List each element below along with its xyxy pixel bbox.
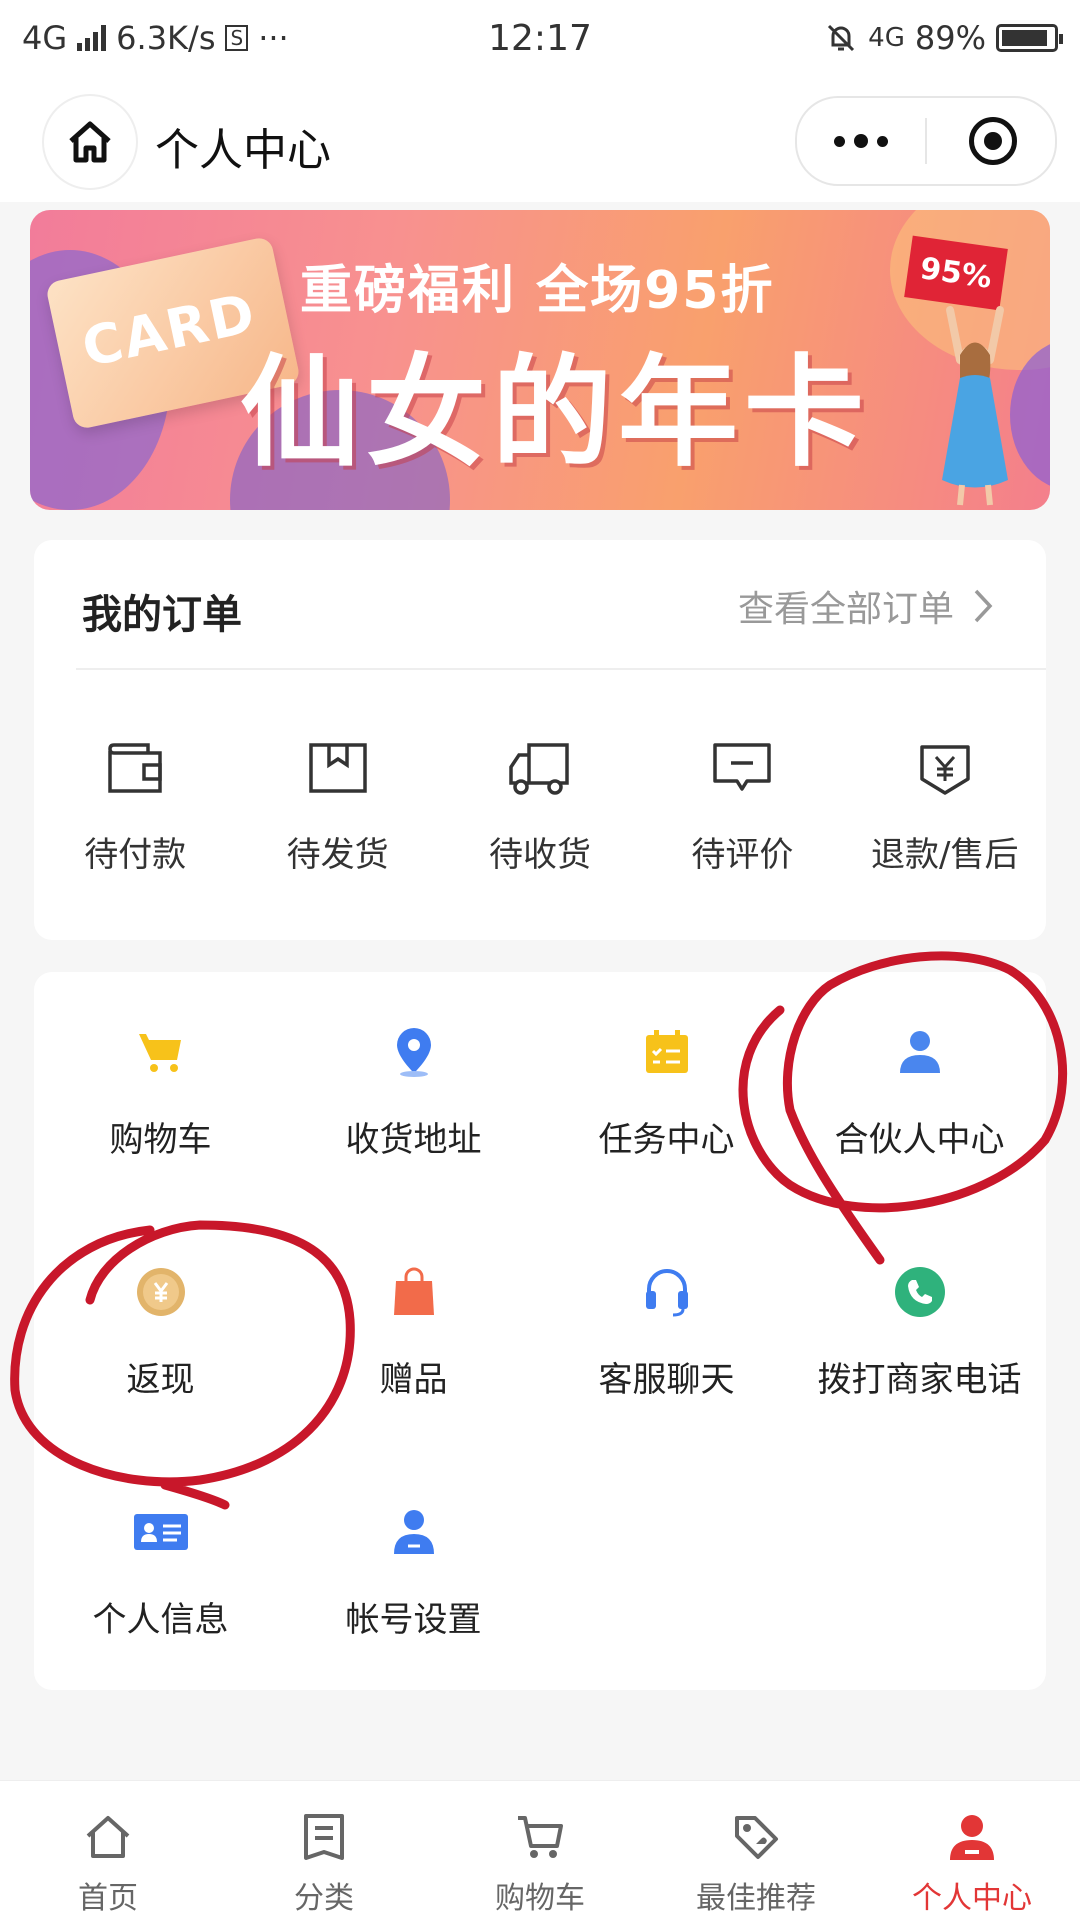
page-title: 个人中心 xyxy=(155,125,331,176)
service-label: 购物车 xyxy=(109,1120,212,1160)
tab-cart[interactable]: 购物车 xyxy=(432,1781,648,1921)
battery-percent: 89% xyxy=(914,19,986,57)
headset-icon xyxy=(645,1269,688,1317)
service-account-settings[interactable]: 帐号设置 xyxy=(287,1502,540,1641)
category-icon xyxy=(304,1814,344,1860)
home-button[interactable] xyxy=(42,94,138,190)
status-right: 4G 89% xyxy=(824,19,1063,57)
account-icon xyxy=(393,1510,434,1554)
id-card-icon xyxy=(133,1514,188,1550)
comment-icon xyxy=(713,743,772,791)
network-type: 4G xyxy=(22,19,68,57)
service-label: 赠品 xyxy=(379,1360,448,1400)
tab-home[interactable]: 首页 xyxy=(0,1781,216,1921)
cart-icon xyxy=(518,1816,563,1858)
service-address[interactable]: 收货地址 xyxy=(287,1022,540,1161)
gift-bag-icon xyxy=(393,1267,434,1315)
person-icon xyxy=(899,1031,940,1073)
service-label: 收货地址 xyxy=(345,1120,482,1160)
service-label: 返现 xyxy=(126,1360,195,1400)
capsule-divider xyxy=(925,118,927,164)
service-label: 帐号设置 xyxy=(345,1600,482,1640)
service-tasks[interactable]: 任务中心 xyxy=(540,1022,793,1161)
view-all-orders-link[interactable]: 查看全部订单 xyxy=(738,580,994,632)
tab-label: 首页 xyxy=(78,1881,138,1916)
coin-icon xyxy=(136,1268,185,1316)
service-label: 拨打商家电话 xyxy=(817,1360,1022,1400)
card-text: CARD xyxy=(76,281,262,380)
service-customer-chat[interactable]: 客服聊天 xyxy=(540,1262,793,1401)
service-cashback[interactable]: 返现 xyxy=(34,1262,287,1401)
service-gifts[interactable]: 赠品 xyxy=(287,1262,540,1401)
banner-subtitle: 重磅福利 全场95折 xyxy=(300,261,775,321)
tab-profile[interactable]: 个人中心 xyxy=(864,1781,1080,1921)
tab-category[interactable]: 分类 xyxy=(216,1781,432,1921)
calendar-icon xyxy=(645,1030,688,1073)
order-status-label: 待评价 xyxy=(691,835,794,875)
order-status-to-receive[interactable]: 待收货 xyxy=(439,735,641,876)
tab-label: 最佳推荐 xyxy=(696,1881,816,1916)
user-icon xyxy=(950,1815,994,1860)
view-all-label: 查看全部订单 xyxy=(737,589,954,630)
network-type-right: 4G xyxy=(868,23,905,53)
battery-icon xyxy=(996,24,1063,52)
tab-recommend[interactable]: 最佳推荐 xyxy=(648,1781,864,1921)
home-icon xyxy=(69,121,111,163)
service-label: 任务中心 xyxy=(598,1120,735,1160)
wallet-icon xyxy=(108,743,162,793)
order-status-to-review[interactable]: 待评价 xyxy=(641,735,843,876)
status-left: 4G 6.3K/s S ··· xyxy=(22,19,289,57)
girl-illustration xyxy=(942,306,1008,506)
box-icon xyxy=(308,743,367,793)
close-target-icon[interactable] xyxy=(969,117,1017,165)
order-status-label: 退款/售后 xyxy=(871,835,1019,875)
service-label: 合伙人中心 xyxy=(834,1120,1005,1160)
nav-bar: 个人中心 xyxy=(0,76,1080,202)
service-cart[interactable]: 购物车 xyxy=(34,1022,287,1161)
promo-banner[interactable]: CARD 重磅福利 全场95折 仙女的年卡 95% xyxy=(30,210,1050,510)
order-status-label: 待发货 xyxy=(286,835,389,875)
dot-icon xyxy=(877,135,888,147)
service-label: 客服聊天 xyxy=(598,1360,735,1400)
bottom-tab-bar: 首页 分类 购物车 最佳推荐 个人中心 xyxy=(0,1780,1080,1921)
dot-icon xyxy=(834,135,845,147)
banner-title: 仙女的年卡 xyxy=(240,344,870,483)
tab-label: 分类 xyxy=(294,1881,354,1916)
divider xyxy=(76,668,1046,670)
location-icon xyxy=(396,1028,431,1077)
services-panel: 购物车 收货地址 任务中心 合伙人中心 返现 赠品 客服聊天 拨打商家电话 个人… xyxy=(34,972,1046,1690)
orders-title: 我的订单 xyxy=(82,592,242,638)
truck-icon xyxy=(509,743,569,795)
phone-icon xyxy=(894,1267,945,1317)
s-box-icon: S xyxy=(225,25,249,51)
service-label: 个人信息 xyxy=(92,1600,229,1640)
service-partner-center[interactable]: 合伙人中心 xyxy=(793,1022,1046,1161)
cart-icon xyxy=(138,1034,181,1072)
mini-program-capsule xyxy=(795,96,1057,186)
status-bar: 4G 6.3K/s S ··· 12:17 4G 89% xyxy=(0,0,1080,76)
service-personal-info[interactable]: 个人信息 xyxy=(34,1502,287,1641)
mute-bell-icon xyxy=(828,24,855,52)
home-icon xyxy=(86,1816,130,1858)
network-speed: 6.3K/s xyxy=(116,19,216,57)
tab-label: 个人中心 xyxy=(912,1881,1032,1916)
my-orders-panel: 我的订单 查看全部订单 待付款 待发货 待收货 待评价 退款/售后 xyxy=(34,540,1046,940)
order-status-refund[interactable]: 退款/售后 xyxy=(844,735,1046,876)
service-call-merchant[interactable]: 拨打商家电话 xyxy=(793,1262,1046,1401)
refund-icon xyxy=(920,745,970,795)
order-status-label: 待付款 xyxy=(84,835,187,875)
order-status-to-ship[interactable]: 待发货 xyxy=(236,735,438,876)
more-button[interactable] xyxy=(797,98,925,184)
order-status-label: 待收货 xyxy=(488,835,591,875)
tag-icon xyxy=(735,1816,778,1859)
dot-icon xyxy=(854,134,868,148)
order-status-row: 待付款 待发货 待收货 待评价 退款/售后 xyxy=(34,735,1046,876)
signal-icon xyxy=(77,25,107,51)
more-dots: ··· xyxy=(258,19,289,57)
chevron-right-icon xyxy=(974,589,993,623)
tab-label: 购物车 xyxy=(495,1881,585,1916)
order-status-unpaid[interactable]: 待付款 xyxy=(34,735,236,876)
